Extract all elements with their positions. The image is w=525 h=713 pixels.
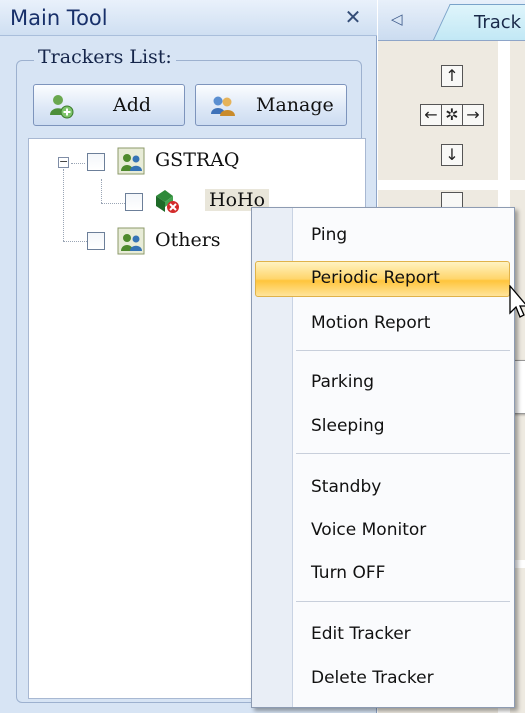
tree-connector [63,241,87,242]
menu-item-label: Turn OFF [311,563,386,583]
menu-item-label: Standby [311,477,382,497]
menu-item-label: Parking [311,372,375,392]
manage-users-icon [211,96,235,116]
tab-scroll-left-icon[interactable]: ◁ [391,10,403,28]
menu-item-label: Voice Monitor [311,520,427,540]
tree-node-label[interactable]: GSTRAQ [155,149,239,171]
pan-up-icon[interactable]: ↑ [441,65,463,87]
pan-center-icon[interactable]: ✲ [441,104,463,126]
pan-left-icon[interactable]: ← [420,104,442,126]
menu-item-label: Edit Tracker [311,624,411,644]
group-icon [117,227,145,255]
panel-title: Main Tool [10,6,108,30]
tree-node-label[interactable]: Others [155,229,221,251]
tree-connector [101,179,102,203]
menu-item-label: Delete Tracker [311,668,434,688]
menu-item-sleeping[interactable]: Sleeping [252,408,514,446]
menu-item-periodic-report[interactable]: Periodic Report [252,260,514,298]
manage-button-label: Manage [256,94,334,116]
group-icon [117,147,145,175]
menu-item-label: Periodic Report [311,268,440,288]
tracker-checkbox-gstraq[interactable] [87,153,105,171]
menu-separator [296,350,510,351]
menu-separator [296,601,510,602]
mouse-pointer-icon [509,285,525,318]
menu-item-ping[interactable]: Ping [252,217,514,255]
tracker-context-menu: Ping Periodic Report Motion Report Parki… [251,207,515,708]
menu-item-motion-report[interactable]: Motion Report [252,305,514,343]
menu-item-delete-tracker[interactable]: Delete Tracker [252,660,514,698]
add-button-label: Add [113,94,152,116]
add-user-icon [50,95,74,119]
panel-title-bar: Main Tool ✕ [0,0,377,36]
close-icon[interactable]: ✕ [342,6,364,28]
tracker-checkbox-hoho[interactable] [125,193,143,211]
collapse-icon[interactable]: − [58,156,69,168]
menu-item-standby[interactable]: Standby [252,469,514,507]
tree-connector [71,163,85,164]
menu-item-label: Sleeping [311,416,385,436]
tree-connector [63,169,64,241]
menu-item-edit-tracker[interactable]: Edit Tracker [252,616,514,654]
tracker-offline-icon [156,190,179,213]
menu-item-label: Ping [311,225,348,245]
tree-connector [101,203,125,204]
menu-item-voice-monitor[interactable]: Voice Monitor [252,512,514,550]
menu-item-turn-off[interactable]: Turn OFF [252,555,514,593]
manage-button[interactable]: Manage [195,84,347,126]
tracker-checkbox-others[interactable] [87,232,105,250]
menu-item-parking[interactable]: Parking [252,364,514,402]
tab-tracker-label: Track [474,12,522,33]
map-tab-bar: ◁ Track [378,0,525,41]
pan-down-icon[interactable]: ↓ [441,144,463,166]
trackers-list-label: Trackers List: [34,46,176,68]
menu-separator [296,453,510,454]
pan-right-icon[interactable]: → [462,104,484,126]
menu-item-label: Motion Report [311,313,431,333]
add-button[interactable]: Add [33,84,185,126]
